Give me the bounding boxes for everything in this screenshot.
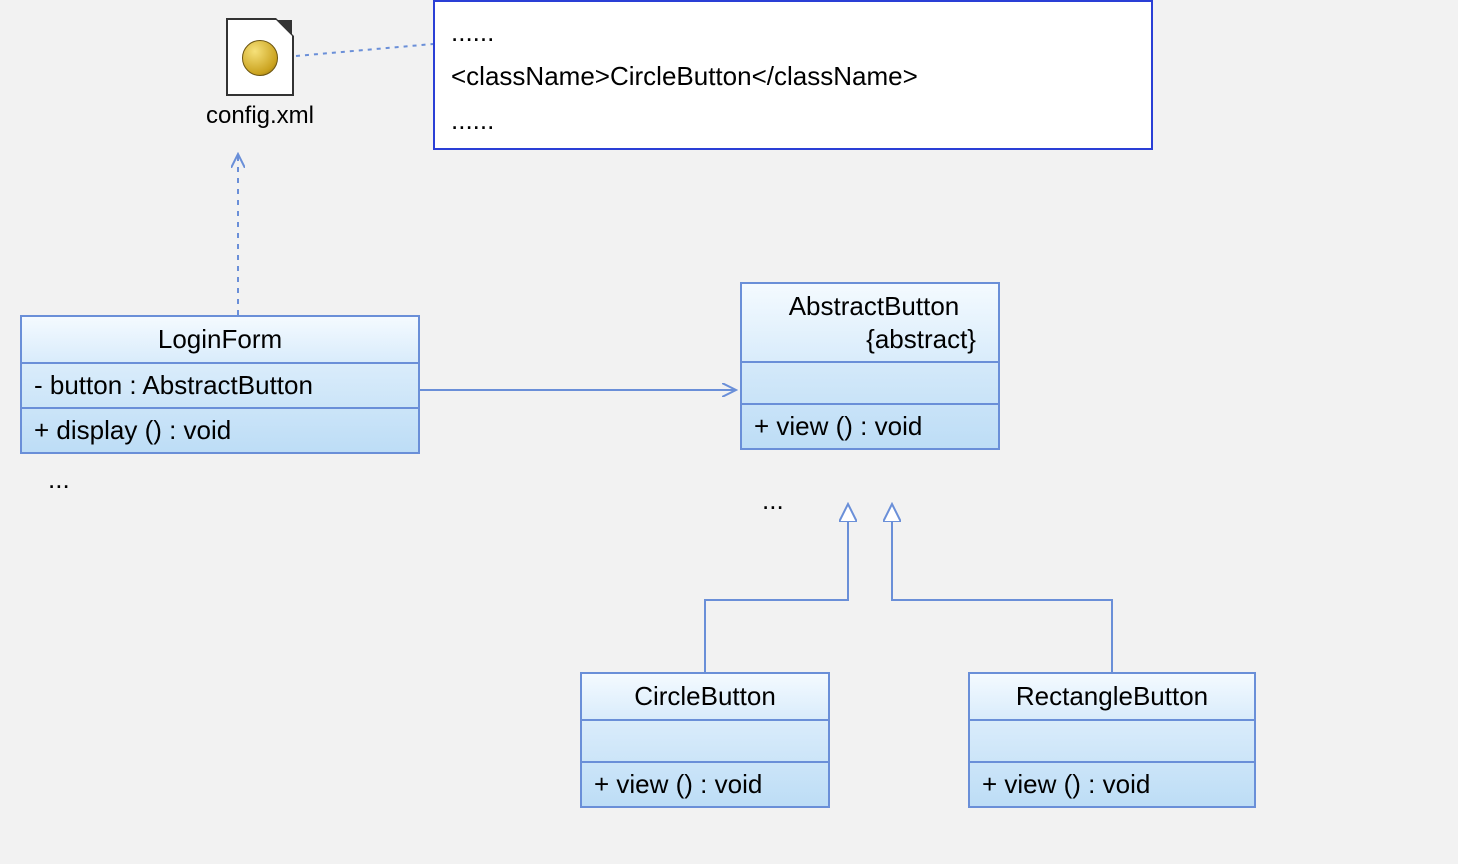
class-operations: + view () : void bbox=[742, 405, 998, 448]
class-attributes-empty bbox=[742, 363, 998, 405]
class-title: CircleButton bbox=[582, 674, 828, 721]
class-loginform: LoginForm - button : AbstractButton + di… bbox=[20, 315, 420, 454]
class-attributes: - button : AbstractButton bbox=[22, 364, 418, 409]
note-line: ...... bbox=[451, 98, 1135, 142]
file-artifact-config: config.xml bbox=[195, 18, 325, 130]
class-circlebutton: CircleButton + view () : void bbox=[580, 672, 830, 808]
file-label: config.xml bbox=[195, 102, 325, 130]
class-attributes-empty bbox=[582, 721, 828, 763]
file-badge-icon bbox=[242, 40, 278, 76]
class-title: AbstractButton {abstract} bbox=[742, 284, 998, 363]
class-rectanglebutton: RectangleButton + view () : void bbox=[968, 672, 1256, 808]
file-icon bbox=[226, 18, 294, 96]
note-line: ...... bbox=[451, 10, 1135, 54]
connector-generalization bbox=[705, 504, 848, 672]
note-line: <className>CircleButton</className> bbox=[451, 54, 1135, 98]
class-operations: + view () : void bbox=[970, 763, 1254, 806]
class-stereotype: {abstract} bbox=[760, 323, 988, 356]
class-title: LoginForm bbox=[22, 317, 418, 364]
class-operations: + view () : void bbox=[582, 763, 828, 806]
ellipsis: ... bbox=[762, 485, 784, 516]
ellipsis: ... bbox=[48, 464, 70, 495]
class-title: RectangleButton bbox=[970, 674, 1254, 721]
connector-generalization bbox=[892, 504, 1112, 672]
class-attributes-empty bbox=[970, 721, 1254, 763]
class-operations: + display () : void bbox=[22, 409, 418, 452]
class-abstractbutton: AbstractButton {abstract} + view () : vo… bbox=[740, 282, 1000, 450]
class-name: AbstractButton bbox=[760, 290, 988, 323]
note-box: ...... <className>CircleButton</classNam… bbox=[433, 0, 1153, 150]
